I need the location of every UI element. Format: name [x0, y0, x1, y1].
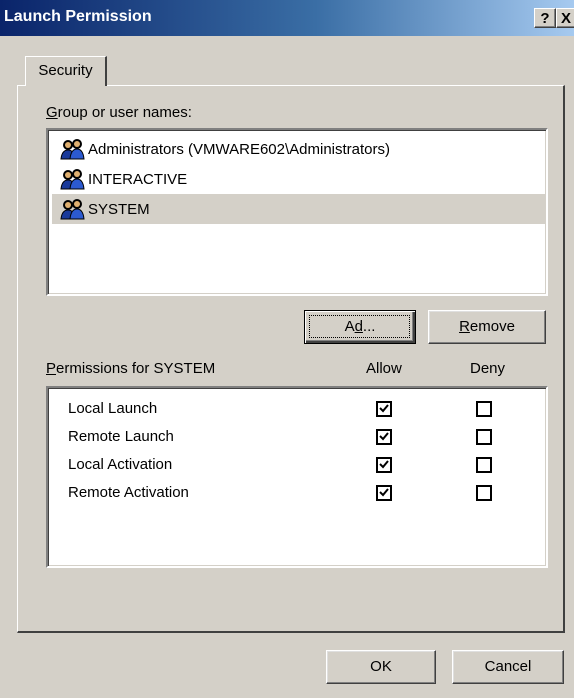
launch-permission-dialog: Launch Permission ? X Security Group or …	[0, 0, 574, 698]
ok-button[interactable]: OK	[326, 650, 436, 684]
permission-name: Remote Launch	[68, 428, 174, 445]
check-icon	[379, 488, 389, 497]
deny-checkbox[interactable]	[476, 429, 492, 445]
users-group-icon	[60, 139, 85, 160]
allow-checkbox[interactable]	[376, 457, 392, 473]
list-item-selected[interactable]: SYSTEM	[52, 194, 546, 224]
users-group-icon	[60, 169, 85, 190]
group-names-label: Group or user names:	[46, 104, 192, 121]
cancel-button[interactable]: Cancel	[452, 650, 564, 684]
allow-checkbox[interactable]	[376, 401, 392, 417]
group-user-list[interactable]: Administrators (VMWARE602\Administrators…	[46, 128, 548, 296]
permission-name: Local Activation	[68, 456, 173, 473]
deny-column-header: Deny	[470, 360, 506, 377]
close-button[interactable]: X	[556, 8, 574, 28]
tab-security[interactable]: Security	[25, 56, 107, 86]
permission-name: Remote Activation	[68, 484, 189, 501]
permission-row: Local Activation	[68, 452, 538, 478]
permissions-list: Local Launch Remote Launch Local Activat…	[46, 386, 548, 568]
deny-checkbox[interactable]	[476, 485, 492, 501]
permission-row: Local Launch	[68, 396, 538, 422]
allow-checkbox[interactable]	[376, 485, 392, 501]
focus-rect	[309, 315, 410, 338]
remove-button[interactable]: Remove	[428, 310, 546, 344]
deny-checkbox[interactable]	[476, 457, 492, 473]
allow-column-header: Allow	[366, 360, 402, 377]
permission-row: Remote Launch	[68, 424, 538, 450]
window-title: Launch Permission	[4, 8, 152, 25]
user-name: Administrators (VMWARE602\Administrators…	[88, 140, 391, 158]
title-bar[interactable]: Launch Permission ? X	[0, 0, 574, 36]
permission-name: Local Launch	[68, 400, 158, 417]
list-item[interactable]: Administrators (VMWARE602\Administrators…	[52, 134, 546, 164]
check-icon	[379, 460, 389, 469]
check-icon	[379, 432, 389, 441]
allow-checkbox[interactable]	[376, 429, 392, 445]
user-name: INTERACTIVE	[88, 170, 188, 188]
permission-row: Remote Activation	[68, 480, 538, 506]
check-icon	[379, 404, 389, 413]
permissions-label: Permissions for SYSTEM	[46, 360, 216, 377]
users-group-icon	[60, 199, 85, 220]
help-button[interactable]: ?	[534, 8, 556, 28]
deny-checkbox[interactable]	[476, 401, 492, 417]
add-button[interactable]: Ad...	[304, 310, 416, 344]
list-item[interactable]: INTERACTIVE	[52, 164, 546, 194]
user-name: SYSTEM	[88, 200, 150, 218]
